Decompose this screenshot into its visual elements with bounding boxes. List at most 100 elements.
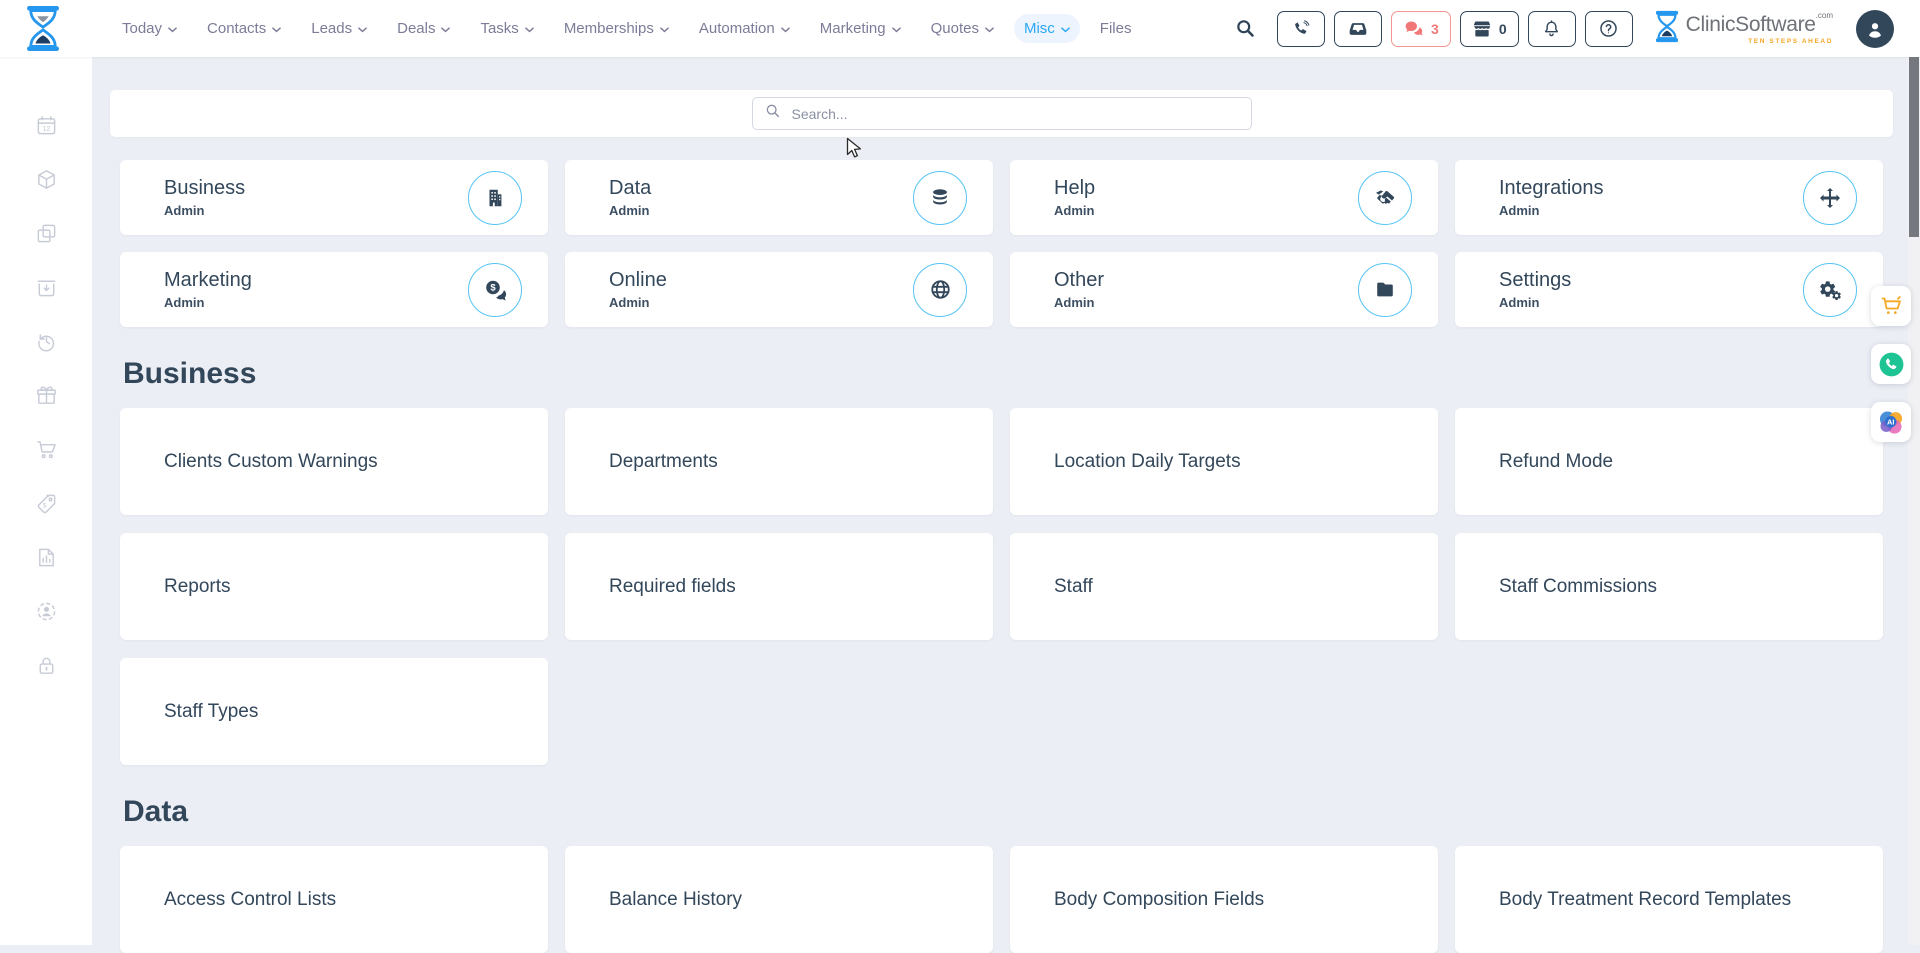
item-card[interactable]: Body Composition Fields <box>1010 846 1438 953</box>
nav-item-deals[interactable]: Deals <box>387 14 460 43</box>
item-card[interactable]: Clients Custom Warnings <box>120 408 548 515</box>
category-info: DataAdmin <box>609 177 913 218</box>
store-button[interactable]: 0 <box>1460 11 1519 47</box>
sidebar-price-tag-icon[interactable]: $ <box>35 492 58 515</box>
chevron-down-icon <box>892 27 901 33</box>
item-card[interactable]: Balance History <box>565 846 993 953</box>
notifications-button[interactable] <box>1528 11 1576 47</box>
item-card[interactable]: Location Daily Targets <box>1010 408 1438 515</box>
category-card-settings[interactable]: SettingsAdmin <box>1455 252 1883 327</box>
clinicsoftware-logo-icon <box>1654 10 1680 48</box>
search-input-icon <box>765 103 781 124</box>
nav-item-automation[interactable]: Automation <box>689 14 800 43</box>
sidebar-account-icon[interactable] <box>35 600 58 623</box>
category-title: Other <box>1054 269 1358 292</box>
category-card-data[interactable]: DataAdmin <box>565 160 993 235</box>
inbox-button[interactable] <box>1334 11 1382 47</box>
sidebar-report-icon[interactable] <box>35 546 58 569</box>
chevron-down-icon <box>525 27 534 33</box>
nav-item-label: Automation <box>699 20 775 37</box>
category-subtitle: Admin <box>164 203 468 218</box>
left-sidebar: 12 $ <box>0 57 92 945</box>
search-bar-row <box>110 90 1893 137</box>
help-icon <box>1598 18 1619 39</box>
category-title: Integrations <box>1499 177 1803 200</box>
sidebar-copy-icon[interactable] <box>35 222 58 245</box>
category-info: OtherAdmin <box>1054 269 1358 310</box>
floating-ai-button[interactable]: AI <box>1871 402 1911 442</box>
clinicsoftware-logo: ClinicSoftware.com TEN STEPS AHEAD <box>1654 10 1833 48</box>
category-card-integrations[interactable]: Integrations Admin <box>1455 160 1883 235</box>
nav-item-tasks[interactable]: Tasks <box>470 14 543 43</box>
chat-icon <box>1403 18 1424 39</box>
nav-item-today[interactable]: Today <box>112 14 187 43</box>
nav-item-marketing[interactable]: Marketing <box>810 14 911 43</box>
category-title: Help <box>1054 177 1358 200</box>
category-card-online[interactable]: OnlineAdmin <box>565 252 993 327</box>
database-icon <box>913 171 967 225</box>
item-card[interactable]: Reports <box>120 533 548 640</box>
item-card[interactable]: Staff Commissions <box>1455 533 1883 640</box>
floating-cart-button[interactable] <box>1871 286 1911 326</box>
item-card[interactable]: Departments <box>565 408 993 515</box>
category-title: Settings <box>1499 269 1803 292</box>
nav-item-label: Quotes <box>931 20 979 37</box>
item-card-label: Staff Commissions <box>1499 576 1657 598</box>
nav-item-misc[interactable]: Misc <box>1014 14 1080 43</box>
search-input[interactable] <box>790 105 1239 123</box>
category-subtitle: Admin <box>164 295 468 310</box>
user-avatar[interactable] <box>1856 10 1894 48</box>
chevron-down-icon <box>1061 27 1070 33</box>
handshake-icon <box>1358 171 1412 225</box>
category-card-help[interactable]: HelpAdmin <box>1010 160 1438 235</box>
item-card[interactable]: Staff <box>1010 533 1438 640</box>
item-card[interactable]: Required fields <box>565 533 993 640</box>
search-icon[interactable] <box>1235 18 1256 39</box>
category-card-other[interactable]: OtherAdmin <box>1010 252 1438 327</box>
item-card[interactable]: Access Control Lists <box>120 846 548 953</box>
store-badge: 0 <box>1499 22 1507 36</box>
category-info: HelpAdmin <box>1054 177 1358 218</box>
sidebar-gift-icon[interactable] <box>35 384 58 407</box>
item-card-label: Location Daily Targets <box>1054 451 1241 473</box>
nav-item-quotes[interactable]: Quotes <box>921 14 1004 43</box>
sidebar-lock-icon[interactable] <box>35 654 58 677</box>
item-card-label: Body Composition Fields <box>1054 889 1264 911</box>
category-card-business[interactable]: Business Admin <box>120 160 548 235</box>
nav-item-label: Leads <box>311 20 352 37</box>
sidebar-calendar-icon[interactable]: 12 <box>35 114 58 137</box>
chevron-down-icon <box>781 27 790 33</box>
category-title: Business <box>164 177 468 200</box>
nav-item-label: Memberships <box>564 20 654 37</box>
item-card-label: Access Control Lists <box>164 889 336 911</box>
item-card[interactable]: Body Treatment Record Templates <box>1455 846 1883 953</box>
search-box[interactable] <box>752 97 1252 130</box>
scrollbar-thumb[interactable] <box>1909 57 1919 237</box>
category-subtitle: Admin <box>609 295 913 310</box>
item-card-label: Required fields <box>609 576 736 598</box>
phone-button[interactable] <box>1277 11 1325 47</box>
floating-whatsapp-button[interactable] <box>1871 344 1911 384</box>
sidebar-cube-icon[interactable] <box>35 168 58 191</box>
app-logo-icon[interactable] <box>24 5 62 52</box>
nav-item-memberships[interactable]: Memberships <box>554 14 679 43</box>
category-card-marketing[interactable]: MarketingAdmin$ <box>120 252 548 327</box>
nav-item-contacts[interactable]: Contacts <box>197 14 291 43</box>
inbox-icon <box>1348 19 1368 39</box>
category-subtitle: Admin <box>1499 203 1803 218</box>
sections: BusinessClients Custom WarningsDepartmen… <box>110 357 1893 953</box>
svg-text:$: $ <box>42 503 46 510</box>
sidebar-cart-icon[interactable] <box>35 438 58 461</box>
nav-item-leads[interactable]: Leads <box>301 14 377 43</box>
chevron-down-icon <box>660 27 669 33</box>
messages-button[interactable]: 3 <box>1391 11 1451 47</box>
item-card[interactable]: Staff Types <box>120 658 548 765</box>
category-grid: BusinessAdminDataAdminHelpAdminIntegrati… <box>110 160 1893 327</box>
nav-item-files[interactable]: Files <box>1090 14 1142 43</box>
sidebar-basket-icon[interactable] <box>35 276 58 299</box>
item-card[interactable]: Refund Mode <box>1455 408 1883 515</box>
help-button[interactable] <box>1585 11 1633 47</box>
nav-item-label: Contacts <box>207 20 266 37</box>
sidebar-history-icon[interactable] <box>35 330 58 353</box>
messages-badge: 3 <box>1431 22 1439 36</box>
